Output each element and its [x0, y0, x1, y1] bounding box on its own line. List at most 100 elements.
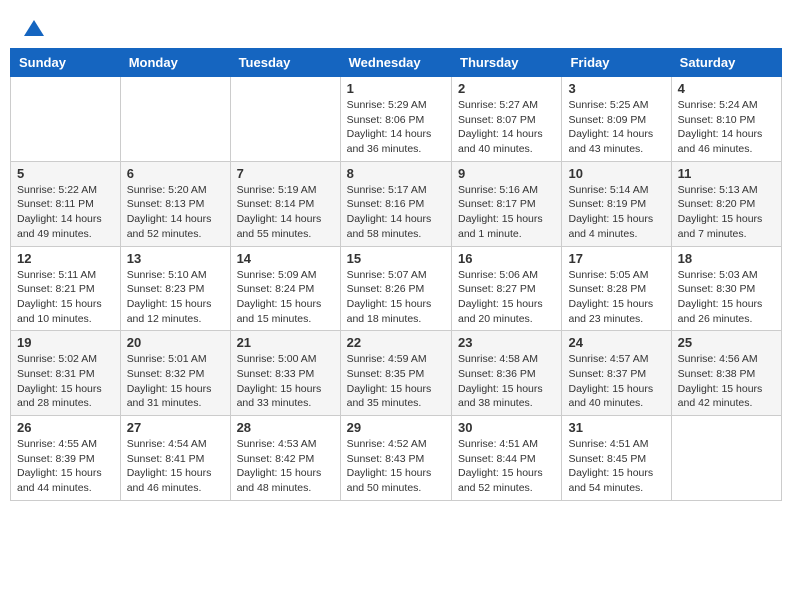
calendar-week-row: 1Sunrise: 5:29 AM Sunset: 8:06 PM Daylig… — [11, 77, 782, 162]
day-info: Sunrise: 4:58 AM Sunset: 8:36 PM Dayligh… — [458, 352, 555, 411]
calendar-cell: 26 Sunrise: 4:55 AM Sunset: 8:39 PM Dayli… — [11, 416, 121, 501]
day-number: 26 — [17, 420, 114, 435]
day-number: 15 — [347, 251, 445, 266]
day-number: 23 — [458, 335, 555, 350]
calendar-cell — [120, 77, 230, 162]
calendar-cell: 3 Sunrise: 5:25 AM Sunset: 8:09 PM Daylig… — [562, 77, 671, 162]
calendar-header-row: SundayMondayTuesdayWednesdayThursdayFrid… — [11, 49, 782, 77]
calendar-cell: 9 Sunrise: 5:16 AM Sunset: 8:17 PM Daylig… — [452, 161, 562, 246]
calendar-cell: 30Sunrise: 4:51 AM Sunset: 8:44 PM Dayli… — [452, 416, 562, 501]
day-number: 29 — [347, 420, 445, 435]
day-info: Sunrise: 5:03 AM Sunset: 8:30 PM Dayligh… — [678, 268, 775, 327]
calendar-cell: 11 Sunrise: 5:13 AM Sunset: 8:20 PM Dayli… — [671, 161, 781, 246]
logo — [20, 18, 46, 42]
header-thursday: Thursday — [452, 49, 562, 77]
calendar-cell: 22Sunrise: 4:59 AM Sunset: 8:35 PM Dayli… — [340, 331, 451, 416]
calendar-week-row: 5 Sunrise: 5:22 AM Sunset: 8:11 PM Daylig… — [11, 161, 782, 246]
page-header — [10, 10, 782, 48]
day-info: Sunrise: 4:51 AM Sunset: 8:45 PM Dayligh… — [568, 437, 664, 496]
day-info: Sunrise: 5:25 AM Sunset: 8:09 PM Dayligh… — [568, 98, 664, 157]
calendar-cell: 2 Sunrise: 5:27 AM Sunset: 8:07 PM Daylig… — [452, 77, 562, 162]
day-info: Sunrise: 5:17 AM Sunset: 8:16 PM Dayligh… — [347, 183, 445, 242]
day-info: Sunrise: 5:02 AM Sunset: 8:31 PM Dayligh… — [17, 352, 114, 411]
calendar-cell: 21 Sunrise: 5:00 AM Sunset: 8:33 PM Dayli… — [230, 331, 340, 416]
day-number: 19 — [17, 335, 114, 350]
day-info: Sunrise: 4:54 AM Sunset: 8:41 PM Dayligh… — [127, 437, 224, 496]
calendar-cell — [671, 416, 781, 501]
calendar-cell: 27 Sunrise: 4:54 AM Sunset: 8:41 PM Dayli… — [120, 416, 230, 501]
day-info: Sunrise: 4:56 AM Sunset: 8:38 PM Dayligh… — [678, 352, 775, 411]
day-number: 13 — [127, 251, 224, 266]
calendar-cell: 15 Sunrise: 5:07 AM Sunset: 8:26 PM Dayli… — [340, 246, 451, 331]
calendar-cell — [230, 77, 340, 162]
day-number: 22 — [347, 335, 445, 350]
calendar-cell: 20 Sunrise: 5:01 AM Sunset: 8:32 PM Dayli… — [120, 331, 230, 416]
header-sunday: Sunday — [11, 49, 121, 77]
day-info: Sunrise: 5:06 AM Sunset: 8:27 PM Dayligh… — [458, 268, 555, 327]
day-number: 20 — [127, 335, 224, 350]
header-wednesday: Wednesday — [340, 49, 451, 77]
day-info: Sunrise: 5:14 AM Sunset: 8:19 PM Dayligh… — [568, 183, 664, 242]
day-number: 8 — [347, 166, 445, 181]
calendar-cell — [11, 77, 121, 162]
day-info: Sunrise: 5:27 AM Sunset: 8:07 PM Dayligh… — [458, 98, 555, 157]
day-info: Sunrise: 4:55 AM Sunset: 8:39 PM Dayligh… — [17, 437, 114, 496]
day-info: Sunrise: 4:57 AM Sunset: 8:37 PM Dayligh… — [568, 352, 664, 411]
day-info: Sunrise: 4:51 AM Sunset: 8:44 PM Dayligh… — [458, 437, 555, 496]
day-number: 5 — [17, 166, 114, 181]
calendar-cell: 13Sunrise: 5:10 AM Sunset: 8:23 PM Dayli… — [120, 246, 230, 331]
calendar-week-row: 12 Sunrise: 5:11 AM Sunset: 8:21 PM Dayli… — [11, 246, 782, 331]
day-info: Sunrise: 5:16 AM Sunset: 8:17 PM Dayligh… — [458, 183, 555, 242]
day-number: 1 — [347, 81, 445, 96]
logo-icon — [22, 18, 46, 42]
day-number: 4 — [678, 81, 775, 96]
calendar-cell: 7Sunrise: 5:19 AM Sunset: 8:14 PM Daylig… — [230, 161, 340, 246]
day-info: Sunrise: 5:11 AM Sunset: 8:21 PM Dayligh… — [17, 268, 114, 327]
header-tuesday: Tuesday — [230, 49, 340, 77]
day-number: 3 — [568, 81, 664, 96]
calendar-cell: 12 Sunrise: 5:11 AM Sunset: 8:21 PM Dayli… — [11, 246, 121, 331]
header-friday: Friday — [562, 49, 671, 77]
day-info: Sunrise: 5:22 AM Sunset: 8:11 PM Dayligh… — [17, 183, 114, 242]
day-number: 28 — [237, 420, 334, 435]
day-info: Sunrise: 5:01 AM Sunset: 8:32 PM Dayligh… — [127, 352, 224, 411]
day-number: 27 — [127, 420, 224, 435]
calendar-cell: 24 Sunrise: 4:57 AM Sunset: 8:37 PM Dayli… — [562, 331, 671, 416]
calendar-cell: 14 Sunrise: 5:09 AM Sunset: 8:24 PM Dayli… — [230, 246, 340, 331]
day-info: Sunrise: 5:13 AM Sunset: 8:20 PM Dayligh… — [678, 183, 775, 242]
calendar-cell: 16 Sunrise: 5:06 AM Sunset: 8:27 PM Dayli… — [452, 246, 562, 331]
calendar-cell: 4 Sunrise: 5:24 AM Sunset: 8:10 PM Daylig… — [671, 77, 781, 162]
header-monday: Monday — [120, 49, 230, 77]
calendar-cell: 18 Sunrise: 5:03 AM Sunset: 8:30 PM Dayli… — [671, 246, 781, 331]
day-info: Sunrise: 5:07 AM Sunset: 8:26 PM Dayligh… — [347, 268, 445, 327]
calendar-cell: 17Sunrise: 5:05 AM Sunset: 8:28 PM Dayli… — [562, 246, 671, 331]
day-number: 17 — [568, 251, 664, 266]
day-info: Sunrise: 5:24 AM Sunset: 8:10 PM Dayligh… — [678, 98, 775, 157]
day-info: Sunrise: 5:19 AM Sunset: 8:14 PM Dayligh… — [237, 183, 334, 242]
day-info: Sunrise: 5:00 AM Sunset: 8:33 PM Dayligh… — [237, 352, 334, 411]
day-number: 24 — [568, 335, 664, 350]
day-number: 2 — [458, 81, 555, 96]
day-info: Sunrise: 4:52 AM Sunset: 8:43 PM Dayligh… — [347, 437, 445, 496]
calendar-cell: 8 Sunrise: 5:17 AM Sunset: 8:16 PM Daylig… — [340, 161, 451, 246]
calendar-cell: 19 Sunrise: 5:02 AM Sunset: 8:31 PM Dayli… — [11, 331, 121, 416]
day-info: Sunrise: 5:20 AM Sunset: 8:13 PM Dayligh… — [127, 183, 224, 242]
calendar-cell: 6 Sunrise: 5:20 AM Sunset: 8:13 PM Daylig… — [120, 161, 230, 246]
day-number: 31 — [568, 420, 664, 435]
calendar-cell: 31 Sunrise: 4:51 AM Sunset: 8:45 PM Dayli… — [562, 416, 671, 501]
day-number: 12 — [17, 251, 114, 266]
day-number: 21 — [237, 335, 334, 350]
calendar-cell: 1Sunrise: 5:29 AM Sunset: 8:06 PM Daylig… — [340, 77, 451, 162]
day-number: 18 — [678, 251, 775, 266]
calendar-cell: 10Sunrise: 5:14 AM Sunset: 8:19 PM Dayli… — [562, 161, 671, 246]
day-number: 6 — [127, 166, 224, 181]
calendar-cell: 29 Sunrise: 4:52 AM Sunset: 8:43 PM Dayli… — [340, 416, 451, 501]
day-info: Sunrise: 5:09 AM Sunset: 8:24 PM Dayligh… — [237, 268, 334, 327]
day-number: 14 — [237, 251, 334, 266]
calendar-cell: 23 Sunrise: 4:58 AM Sunset: 8:36 PM Dayli… — [452, 331, 562, 416]
calendar-cell: 5 Sunrise: 5:22 AM Sunset: 8:11 PM Daylig… — [11, 161, 121, 246]
day-number: 16 — [458, 251, 555, 266]
day-number: 25 — [678, 335, 775, 350]
day-number: 9 — [458, 166, 555, 181]
day-number: 11 — [678, 166, 775, 181]
